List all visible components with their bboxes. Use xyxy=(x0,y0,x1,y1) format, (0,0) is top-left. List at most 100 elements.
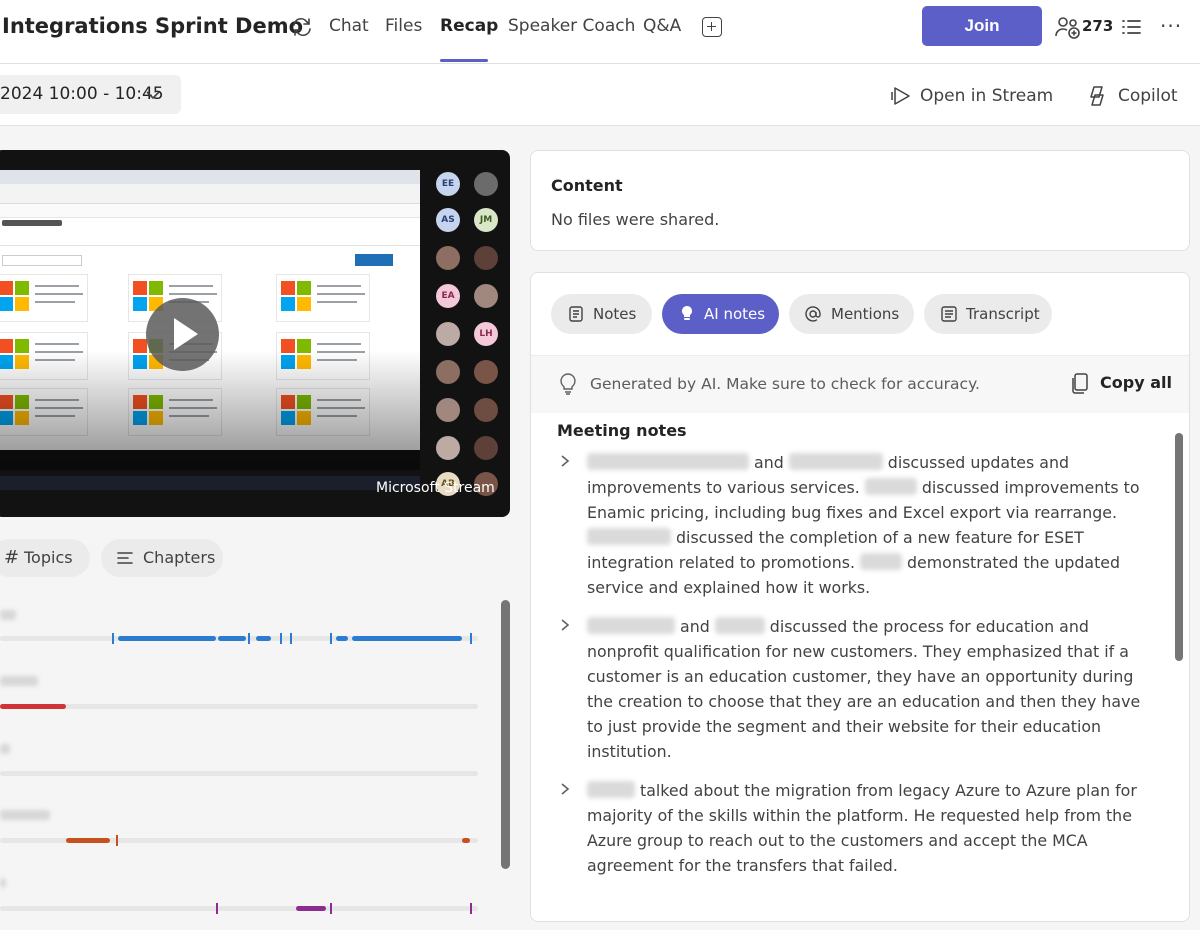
participant-avatar xyxy=(474,246,498,270)
tab-chat[interactable]: Chat xyxy=(329,16,369,36)
copilot-button[interactable]: Copilot xyxy=(1085,84,1178,108)
speaker-name xyxy=(0,810,50,820)
chapters-tab[interactable]: Chapters xyxy=(101,539,223,577)
chevron-right-icon[interactable] xyxy=(559,618,571,632)
recurring-meeting-icon[interactable] xyxy=(290,15,314,39)
ai-disclaimer-text: Generated by AI. Make sure to check for … xyxy=(590,375,980,393)
active-tab-indicator xyxy=(440,59,488,62)
speaker-timeline[interactable] xyxy=(0,771,478,776)
speaking-segment[interactable] xyxy=(118,636,216,641)
participant-avatar xyxy=(436,398,460,422)
add-tab-icon[interactable] xyxy=(702,17,722,37)
speaker-name xyxy=(0,744,10,754)
participant-avatar xyxy=(436,360,460,384)
tab-transcript[interactable]: Transcript xyxy=(924,294,1052,334)
speaking-segment[interactable] xyxy=(218,636,246,641)
tab-speaker-coach[interactable]: Speaker Coach xyxy=(508,16,635,36)
speaker-name xyxy=(0,610,16,620)
copy-icon xyxy=(1072,373,1088,394)
join-button[interactable]: Join xyxy=(922,6,1042,46)
participant-avatar xyxy=(474,284,498,308)
speaker-name xyxy=(0,676,38,686)
notes-scrollbar[interactable] xyxy=(1175,433,1183,661)
tab-mentions[interactable]: Mentions xyxy=(789,294,914,334)
participant-avatar xyxy=(436,246,460,270)
copilot-label: Copilot xyxy=(1118,86,1178,106)
speaker-timeline[interactable] xyxy=(0,704,478,709)
chapters-icon xyxy=(117,552,133,564)
topics-label: Topics xyxy=(24,548,73,567)
chevron-right-icon[interactable] xyxy=(559,454,571,468)
participant-avatar xyxy=(474,172,498,196)
tab-notes-label: Notes xyxy=(593,305,637,323)
speaking-segment[interactable] xyxy=(66,838,110,843)
recording-video-player[interactable]: EE AS JM EA LH AB Microsoft Stream xyxy=(0,150,510,517)
participant-avatar xyxy=(436,322,460,346)
product-tile xyxy=(276,274,370,322)
content-heading: Content xyxy=(551,176,623,195)
meeting-date-range: 2024 10:00 - 10:45 xyxy=(0,84,164,104)
meeting-occurrence-dropdown[interactable]: 2024 10:00 - 10:45 xyxy=(0,75,181,114)
participants-count[interactable]: 273 xyxy=(1082,17,1113,35)
hash-icon: # xyxy=(4,547,20,568)
tab-recap[interactable]: Recap xyxy=(440,16,498,36)
chevron-right-icon[interactable] xyxy=(559,782,571,796)
list-icon[interactable] xyxy=(1120,16,1142,38)
tab-qa[interactable]: Q&A xyxy=(643,16,681,36)
speaking-segment[interactable] xyxy=(462,838,470,843)
note-text: and discussed the process for education … xyxy=(587,617,1141,761)
participant-avatar xyxy=(474,360,498,384)
speaking-segment[interactable] xyxy=(336,636,348,641)
timeline-scrollbar[interactable] xyxy=(501,600,510,869)
tab-mentions-label: Mentions xyxy=(831,305,900,323)
play-button[interactable] xyxy=(146,298,219,371)
redacted-name xyxy=(714,617,765,634)
redacted-name xyxy=(860,553,902,570)
more-options-icon[interactable]: ··· xyxy=(1160,14,1182,38)
recap-toolbar: 2024 10:00 - 10:45 Open in Stream Copilo… xyxy=(0,64,1200,126)
copy-all-button[interactable]: Copy all xyxy=(1071,373,1172,394)
at-mention-icon xyxy=(805,306,821,322)
speaking-segment[interactable] xyxy=(296,906,326,911)
transcript-icon xyxy=(941,306,957,322)
redacted-name xyxy=(788,453,883,470)
speaking-segment[interactable] xyxy=(0,704,66,709)
speaker-timeline[interactable] xyxy=(0,835,478,846)
redacted-name xyxy=(864,478,917,495)
note-text: talked about the migration from legacy A… xyxy=(587,781,1137,875)
copy-all-label: Copy all xyxy=(1100,373,1172,392)
speaker-timeline[interactable] xyxy=(0,903,478,914)
speaking-segment[interactable] xyxy=(352,636,462,641)
participant-avatar xyxy=(474,398,498,422)
participant-avatar xyxy=(474,436,498,460)
open-in-stream-label: Open in Stream xyxy=(920,86,1054,106)
speaker-name xyxy=(0,878,6,888)
topics-tab[interactable]: # Topics xyxy=(0,539,90,577)
stream-play-icon xyxy=(891,87,910,105)
speaker-timeline[interactable] xyxy=(0,633,478,644)
chevron-down-icon xyxy=(146,91,160,100)
participant-avatar xyxy=(436,436,460,460)
tab-transcript-label: Transcript xyxy=(966,305,1040,323)
product-tile xyxy=(0,274,88,322)
meeting-header: Integrations Sprint Demo Chat Files Reca… xyxy=(0,0,1200,64)
participant-avatar: AS xyxy=(436,208,460,232)
copilot-icon xyxy=(1090,86,1104,106)
tab-ai-notes[interactable]: AI notes xyxy=(662,294,779,334)
participant-avatar: JM xyxy=(474,208,498,232)
lightbulb-icon xyxy=(682,306,692,320)
people-add-icon[interactable] xyxy=(1055,15,1081,39)
redacted-name xyxy=(587,781,635,798)
lightbulb-outline-icon xyxy=(560,373,576,395)
open-in-stream-button[interactable]: Open in Stream xyxy=(890,84,1053,108)
content-card: Content No files were shared. xyxy=(530,150,1190,251)
ai-disclaimer-banner: Generated by AI. Make sure to check for … xyxy=(531,355,1189,413)
windows-taskbar xyxy=(0,476,420,490)
participant-avatar: LH xyxy=(474,322,498,346)
stream-watermark: Microsoft Stream xyxy=(376,480,495,496)
participant-avatar: EA xyxy=(436,284,460,308)
tab-files[interactable]: Files xyxy=(385,16,422,36)
speaking-segment[interactable] xyxy=(256,636,271,641)
redacted-name xyxy=(587,617,675,634)
tab-notes[interactable]: Notes xyxy=(551,294,652,334)
